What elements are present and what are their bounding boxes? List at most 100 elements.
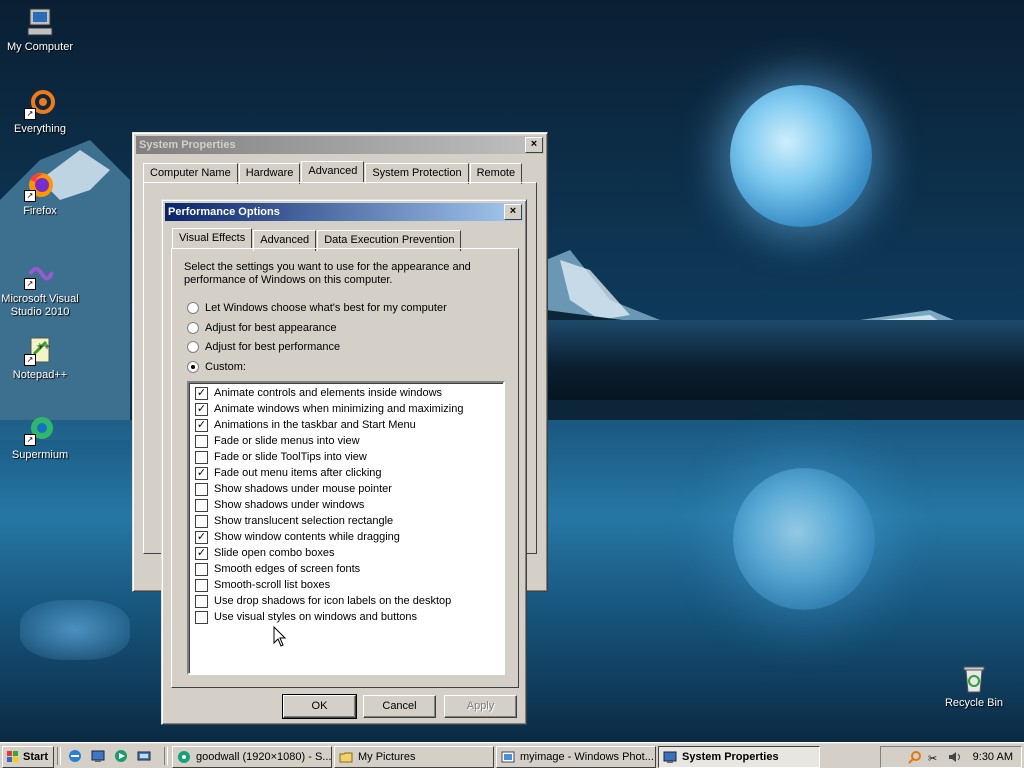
desktop-icon-supermium[interactable]: ↗ Supermium — [0, 414, 80, 462]
moon — [730, 85, 872, 227]
checkbox[interactable]: ✓ — [195, 546, 208, 560]
everything-icon: ↗ — [24, 88, 56, 120]
photo-viewer-icon — [501, 751, 515, 763]
effect-item[interactable]: Use drop shadows for icon labels on the … — [189, 593, 503, 609]
taskbar-button-windows-photo[interactable]: myimage - Windows Phot... — [496, 746, 656, 768]
effect-item[interactable]: Show shadows under mouse pointer — [189, 481, 503, 497]
shortcut-arrow-icon: ↗ — [24, 190, 36, 202]
desktop-icon-my-computer[interactable]: My Computer — [0, 6, 80, 54]
effect-item[interactable]: Show shadows under windows — [189, 497, 503, 513]
checkbox[interactable]: ✓ — [195, 466, 208, 480]
effect-label: Slide open combo boxes — [214, 547, 335, 559]
moon-reflection — [733, 468, 875, 610]
checkbox[interactable]: ✓ — [195, 386, 208, 400]
effect-item[interactable]: ✓ Animations in the taskbar and Start Men… — [189, 417, 503, 433]
performance-options-dialog[interactable]: Performance Options × Visual Effects Adv… — [161, 199, 527, 725]
tab-hardware[interactable]: Hardware — [238, 163, 301, 184]
effect-label: Show window contents while dragging — [214, 531, 400, 543]
radio-button[interactable] — [187, 361, 199, 373]
checkbox[interactable] — [195, 562, 208, 576]
effect-item[interactable]: Smooth edges of screen fonts — [189, 561, 503, 577]
folder-icon — [339, 752, 353, 763]
cancel-button[interactable]: Cancel — [363, 695, 436, 718]
radio-best-appearance[interactable]: Adjust for best appearance — [187, 322, 336, 334]
volume-icon[interactable] — [948, 750, 962, 764]
effect-item[interactable]: Fade or slide menus into view — [189, 433, 503, 449]
checkbox[interactable]: ✓ — [195, 530, 208, 544]
desktop-icon-label: My Computer — [6, 41, 74, 53]
clock[interactable]: 9:30 AM — [973, 751, 1013, 763]
radio-button[interactable] — [187, 341, 199, 353]
effect-label: Show shadows under mouse pointer — [214, 483, 392, 495]
effect-item[interactable]: ✓ Fade out menu items after clicking — [189, 465, 503, 481]
effect-label: Smooth edges of screen fonts — [214, 563, 361, 575]
ok-button[interactable]: OK — [282, 694, 357, 719]
task-label: myimage - Windows Phot... — [520, 751, 654, 763]
checkbox[interactable] — [195, 594, 208, 608]
task-label: System Properties — [682, 751, 779, 763]
tab-computer-name[interactable]: Computer Name — [143, 163, 238, 184]
effect-label: Animations in the taskbar and Start Menu — [214, 419, 416, 431]
checkbox[interactable]: ✓ — [195, 402, 208, 416]
taskbar-button-system-properties[interactable]: System Properties — [658, 746, 820, 768]
svg-text:++: ++ — [36, 341, 49, 350]
input-method-icon[interactable]: ✂ — [928, 750, 942, 764]
effect-item[interactable]: ✓ Animate controls and elements inside wi… — [189, 385, 503, 401]
effect-label: Fade out menu items after clicking — [214, 467, 382, 479]
effect-item[interactable]: Fade or slide ToolTips into view — [189, 449, 503, 465]
radio-button[interactable] — [187, 302, 199, 314]
checkbox[interactable] — [195, 482, 208, 496]
effect-item[interactable]: Show translucent selection rectangle — [189, 513, 503, 529]
close-icon[interactable]: × — [525, 137, 543, 153]
tab-advanced[interactable]: Advanced — [301, 161, 365, 182]
performance-options-titlebar[interactable]: Performance Options — [165, 203, 523, 221]
show-desktop-icon[interactable] — [91, 749, 105, 763]
desktop-icon-everything[interactable]: ↗ Everything — [0, 88, 80, 136]
tab-system-protection[interactable]: System Protection — [365, 163, 469, 184]
desktop-icon-firefox[interactable]: ↗ Firefox — [0, 170, 80, 218]
taskbar-button-goodwall[interactable]: goodwall (1920×1080) - S... — [172, 746, 332, 768]
effect-label: Use visual styles on windows and buttons — [214, 611, 417, 623]
effect-label: Animate windows when minimizing and maxi… — [214, 403, 464, 415]
apply-button[interactable]: Apply — [444, 695, 517, 718]
checkbox[interactable] — [195, 610, 208, 624]
radio-button[interactable] — [187, 322, 199, 334]
radio-label: Adjust for best appearance — [205, 322, 337, 334]
effect-item[interactable]: Use visual styles on windows and buttons — [189, 609, 503, 625]
close-icon[interactable]: × — [504, 204, 522, 220]
checkbox[interactable] — [195, 578, 208, 592]
radio-let-windows-choose[interactable]: Let Windows choose what's best for my co… — [187, 302, 447, 314]
checkbox[interactable] — [195, 434, 208, 448]
search-icon[interactable] — [907, 750, 922, 764]
system-properties-titlebar[interactable]: System Properties — [136, 136, 544, 154]
checkbox[interactable] — [195, 498, 208, 512]
tab-remote[interactable]: Remote — [469, 163, 523, 184]
recycle-bin-icon — [958, 662, 990, 694]
notepad-plus-plus-icon: ++ ↗ — [24, 334, 56, 366]
checkbox[interactable]: ✓ — [195, 418, 208, 432]
network-icon[interactable] — [137, 749, 151, 763]
effect-label: Show shadows under windows — [214, 499, 365, 511]
radio-best-performance[interactable]: Adjust for best performance — [187, 341, 340, 353]
checkbox[interactable] — [195, 450, 208, 464]
effect-item[interactable]: ✓ Show window contents while dragging — [189, 529, 503, 545]
desktop-icon-visual-studio[interactable]: ↗ Microsoft Visual Studio 2010 — [0, 258, 80, 319]
radio-label: Adjust for best performance — [205, 341, 341, 353]
effect-item[interactable]: Smooth-scroll list boxes — [189, 577, 503, 593]
taskbar-button-my-pictures[interactable]: My Pictures — [334, 746, 494, 768]
radio-custom[interactable]: Custom: — [187, 361, 246, 373]
checkbox[interactable] — [195, 514, 208, 528]
start-button[interactable]: Start — [2, 746, 54, 768]
internet-explorer-icon[interactable] — [68, 749, 82, 763]
shortcut-arrow-icon: ↗ — [24, 434, 36, 446]
tab-visual-effects[interactable]: Visual Effects — [172, 228, 253, 249]
visual-effects-list[interactable]: ✓ Animate controls and elements inside wi… — [187, 381, 505, 675]
media-player-icon[interactable] — [114, 749, 128, 763]
effect-item[interactable]: ✓ Animate windows when minimizing and max… — [189, 401, 503, 417]
firefox-icon: ↗ — [24, 170, 56, 202]
desktop-icon-notepad-plus-plus[interactable]: ++ ↗ Notepad++ — [0, 334, 80, 382]
effect-item[interactable]: ✓ Slide open combo boxes — [189, 545, 503, 561]
desktop-icon-recycle-bin[interactable]: Recycle Bin — [934, 662, 1014, 710]
desktop-icon-label: Firefox — [23, 205, 57, 217]
effect-label: Use drop shadows for icon labels on the … — [214, 595, 452, 607]
